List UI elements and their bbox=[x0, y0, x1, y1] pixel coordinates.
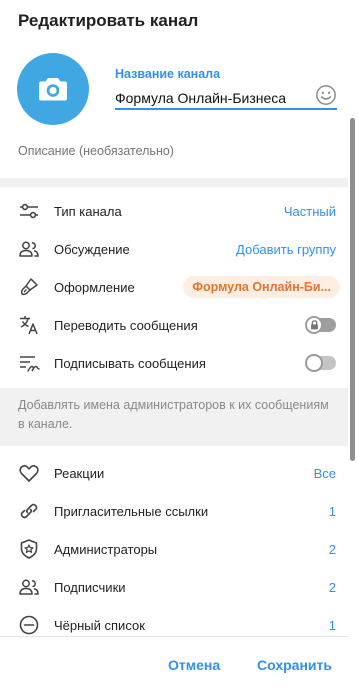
toggle-knob bbox=[305, 316, 323, 334]
signature-icon bbox=[20, 356, 40, 372]
row-invite-links-value: 1 bbox=[328, 503, 336, 519]
channel-photo-button[interactable] bbox=[17, 53, 89, 125]
description-input[interactable] bbox=[18, 144, 336, 158]
shield-star-icon bbox=[20, 539, 38, 559]
people-icon bbox=[19, 579, 39, 595]
row-sign-messages[interactable]: Подписывать сообщения bbox=[0, 344, 348, 382]
appearance-badge: Формула Онлайн-Би... bbox=[183, 276, 340, 298]
row-translate-messages[interactable]: Переводить сообщения bbox=[0, 306, 348, 344]
row-blacklist-label: Чёрный список bbox=[54, 617, 145, 633]
lock-icon bbox=[310, 320, 318, 330]
row-administrators-value: 2 bbox=[328, 541, 336, 557]
translate-icon bbox=[20, 316, 38, 335]
row-channel-type[interactable]: Тип канала Частный bbox=[0, 192, 348, 230]
row-discussion-value: Добавить группу bbox=[236, 241, 336, 257]
cancel-button[interactable]: Отмена bbox=[168, 657, 220, 673]
row-translate-messages-label: Переводить сообщения bbox=[54, 317, 198, 333]
row-invite-links-label: Пригласительные ссылки bbox=[54, 503, 209, 519]
sliders-icon bbox=[20, 203, 38, 219]
row-sign-messages-label: Подписывать сообщения bbox=[54, 355, 206, 371]
channel-name-label: Название канала bbox=[115, 67, 221, 81]
link-icon bbox=[20, 503, 38, 519]
save-button[interactable]: Сохранить bbox=[257, 657, 332, 673]
section-divider bbox=[0, 178, 348, 187]
scrollbar-thumb[interactable] bbox=[350, 118, 355, 461]
row-administrators[interactable]: Администраторы 2 bbox=[0, 530, 348, 568]
row-appearance-label: Оформление bbox=[54, 279, 135, 295]
row-subscribers[interactable]: Подписчики 2 bbox=[0, 568, 348, 606]
camera-icon bbox=[39, 78, 67, 101]
row-discussion[interactable]: Обсуждение Добавить группу bbox=[0, 230, 348, 268]
dialog-title: Редактировать канал bbox=[18, 11, 199, 30]
minus-circle-icon bbox=[19, 615, 39, 635]
channel-name-input[interactable] bbox=[115, 87, 305, 109]
channel-name-block: Название канала bbox=[115, 67, 337, 110]
row-blacklist-value: 1 bbox=[328, 617, 336, 633]
row-appearance[interactable]: Оформление Формула Онлайн-Би... bbox=[0, 268, 348, 306]
sign-messages-hint: Добавлять имена администраторов к их соо… bbox=[0, 388, 348, 446]
toggle-knob bbox=[305, 354, 323, 372]
people-icon bbox=[19, 241, 39, 257]
row-administrators-label: Администраторы bbox=[54, 541, 158, 557]
row-reactions[interactable]: Реакции Все bbox=[0, 454, 348, 492]
sign-toggle[interactable] bbox=[305, 354, 336, 372]
row-invite-links[interactable]: Пригласительные ссылки 1 bbox=[0, 492, 348, 530]
row-channel-type-label: Тип канала bbox=[54, 203, 122, 219]
row-reactions-value: Все bbox=[313, 465, 336, 481]
row-reactions-label: Реакции bbox=[54, 465, 105, 481]
brush-icon bbox=[20, 278, 38, 296]
row-subscribers-value: 2 bbox=[328, 579, 336, 595]
row-subscribers-label: Подписчики bbox=[54, 579, 126, 595]
row-discussion-label: Обсуждение bbox=[54, 241, 130, 257]
heart-icon bbox=[19, 465, 39, 482]
dialog-footer: Отмена Сохранить bbox=[0, 636, 348, 688]
row-channel-type-value: Частный bbox=[283, 203, 336, 219]
channel-name-field bbox=[115, 84, 337, 110]
emoji-icon[interactable] bbox=[315, 84, 337, 106]
translate-toggle[interactable] bbox=[305, 316, 336, 334]
